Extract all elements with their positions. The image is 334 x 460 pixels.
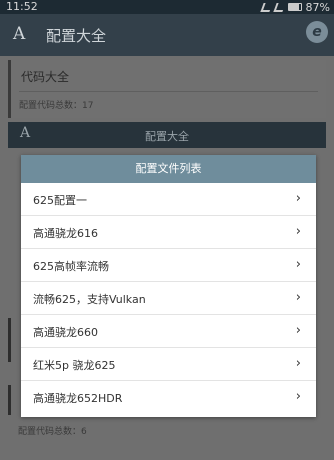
wifi-icon xyxy=(272,2,286,12)
chevron-right-icon: › xyxy=(295,389,301,404)
browser-icon[interactable]: e xyxy=(306,21,328,43)
card-count: 配置代码总数：17 xyxy=(19,101,94,111)
dialog-title: 配置文件列表 xyxy=(21,155,316,183)
section-count: 配置代码总数：6 xyxy=(18,427,87,437)
config-list-item[interactable]: 高通骁龙652HDR › xyxy=(21,381,316,414)
config-list-item[interactable]: 红米5p 骁龙625 › xyxy=(21,348,316,381)
chevron-right-icon: › xyxy=(295,323,301,338)
app-title: 配置大全 xyxy=(46,27,107,45)
config-file-list-dialog: 配置文件列表 625配置一 › 高通骁龙616 › 625高帧率流畅 › 流畅6… xyxy=(21,155,316,417)
signal-icon xyxy=(259,2,273,12)
battery-icon xyxy=(287,3,302,11)
app-logo-icon[interactable]: A xyxy=(13,24,25,44)
config-list-item[interactable]: 流畅625，支持Vulkan › xyxy=(21,282,316,315)
config-item-label: 高通骁龙616 xyxy=(33,227,98,240)
status-bar: 11:52 87% xyxy=(0,0,334,14)
config-item-label: 高通骁龙652HDR xyxy=(33,392,123,405)
config-item-label: 流畅625，支持Vulkan xyxy=(33,293,146,306)
config-list-item[interactable]: 625配置一 › xyxy=(21,183,316,216)
chevron-right-icon: › xyxy=(295,356,301,371)
config-list-item[interactable]: 高通骁龙616 › xyxy=(21,216,316,249)
config-item-label: 625配置一 xyxy=(33,194,87,207)
chevron-right-icon: › xyxy=(295,257,301,272)
chevron-right-icon: › xyxy=(295,191,301,206)
chevron-right-icon: › xyxy=(295,290,301,305)
card-divider xyxy=(19,91,318,92)
background-card-edge xyxy=(8,318,11,362)
code-collection-card[interactable]: 代码大全 配置代码总数：17 xyxy=(8,60,326,118)
section-logo-icon: A xyxy=(20,125,31,141)
status-time: 11:52 xyxy=(6,0,38,13)
config-item-label: 红米5p 骁龙625 xyxy=(33,359,116,372)
battery-percent: 87% xyxy=(305,0,330,14)
config-list-item[interactable]: 高通骁龙660 › xyxy=(21,315,316,348)
section-title: 配置大全 xyxy=(145,130,189,143)
config-item-label: 高通骁龙660 xyxy=(33,326,98,339)
app-bar: A 配置大全 e xyxy=(0,14,334,56)
chevron-right-icon: › xyxy=(295,224,301,239)
card-title: 代码大全 xyxy=(21,70,70,84)
status-icons: 87% xyxy=(259,0,330,14)
config-item-label: 625高帧率流畅 xyxy=(33,260,109,273)
background-card-edge xyxy=(8,385,11,415)
config-section-header[interactable]: A 配置大全 xyxy=(8,122,326,148)
config-list-item[interactable]: 625高帧率流畅 › xyxy=(21,249,316,282)
